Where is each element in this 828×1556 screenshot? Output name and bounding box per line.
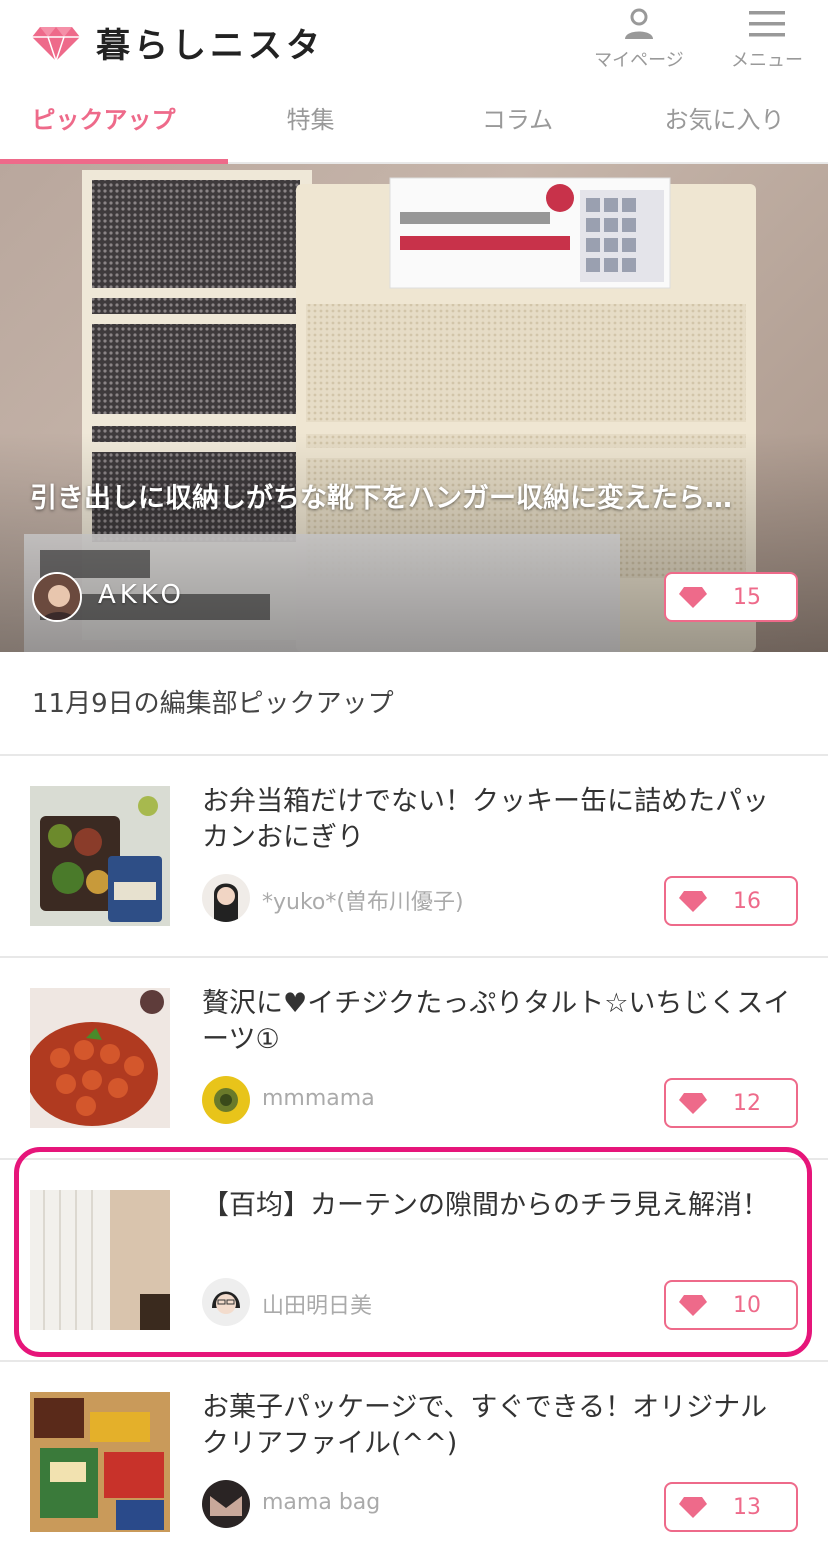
like-button[interactable]: 13 xyxy=(664,1482,798,1532)
mypage-label: マイページ xyxy=(594,50,684,71)
like-button[interactable]: 10 xyxy=(664,1280,798,1330)
hero-like-button[interactable]: 15 xyxy=(664,572,798,622)
article-title: 贅沢に♥イチジクたっぷりタルト☆いちじくスイーツ① xyxy=(202,988,791,1055)
like-count: 10 xyxy=(733,1292,761,1318)
list-item[interactable]: お菓子パッケージで、すぐできる！オリジナルクリアファイル(^^) mama ba… xyxy=(0,1362,828,1556)
article-thumbnail xyxy=(30,1190,170,1330)
author-avatar xyxy=(202,874,250,922)
hero-title: 引き出しに収納しがちな靴下をハンガー収納に変えたら… xyxy=(30,483,732,514)
mypage-button[interactable]: マイページ xyxy=(584,4,694,74)
like-button[interactable]: 12 xyxy=(664,1078,798,1128)
author-avatar xyxy=(202,1076,250,1124)
list-item[interactable]: 【百均】カーテンの隙間からのチラ見え解消！ 山田明日美 10 xyxy=(0,1160,828,1362)
like-count: 13 xyxy=(733,1494,761,1520)
hero-article[interactable]: 引き出しに収納しがちな靴下をハンガー収納に変えたら… AKKO 15 xyxy=(0,164,828,652)
gem-logo-icon xyxy=(32,26,80,63)
author-avatar xyxy=(202,1480,250,1528)
category-tabs: ピックアップ 特集 コラム お気に入り xyxy=(0,82,828,164)
site-logo[interactable]: 暮らしニスタ xyxy=(30,18,324,67)
article-title: 【百均】カーテンの隙間からのチラ見え解消！ xyxy=(202,1190,769,1221)
tab-features[interactable]: 特集 xyxy=(207,82,414,162)
tab-favorites[interactable]: お気に入り xyxy=(621,82,828,162)
list-item[interactable]: 贅沢に♥イチジクたっぷりタルト☆いちじくスイーツ① mmmama 12 xyxy=(0,958,828,1160)
app-header: 暮らしニスタ マイページ メニュー xyxy=(0,0,828,82)
author-name: mmmama xyxy=(262,1086,375,1111)
tab-pickup[interactable]: ピックアップ xyxy=(0,82,228,164)
tab-column[interactable]: コラム xyxy=(414,82,621,162)
hamburger-menu-icon xyxy=(749,11,785,37)
gem-like-icon xyxy=(679,891,707,912)
article-thumbnail xyxy=(30,988,170,1128)
author-name: *yuko*(曽布川優子) xyxy=(262,890,464,915)
article-thumbnail xyxy=(30,1392,170,1532)
like-count: 12 xyxy=(733,1090,761,1116)
like-count: 16 xyxy=(733,888,761,914)
hero-author-avatar xyxy=(32,572,82,622)
author-name: 山田明日美 xyxy=(262,1294,373,1319)
article-title: お弁当箱だけでない！クッキー缶に詰めたパッカンおにぎり xyxy=(202,786,769,853)
gem-like-icon xyxy=(679,1093,707,1114)
menu-button[interactable]: メニュー xyxy=(712,4,822,74)
menu-label: メニュー xyxy=(731,50,803,71)
list-item[interactable]: お弁当箱だけでない！クッキー缶に詰めたパッカンおにぎり *yuko*(曽布川優子… xyxy=(0,756,828,958)
user-icon xyxy=(625,8,653,39)
author-avatar xyxy=(202,1278,250,1326)
logo-text: 暮らしニスタ xyxy=(96,26,324,66)
hero-author-name: AKKO xyxy=(98,580,185,610)
like-button[interactable]: 16 xyxy=(664,876,798,926)
gem-like-icon xyxy=(679,587,707,608)
gem-like-icon xyxy=(679,1497,707,1518)
gem-like-icon xyxy=(679,1295,707,1316)
author-name: mama bag xyxy=(262,1490,381,1515)
section-title: 11月9日の編集部ピックアップ xyxy=(0,652,828,756)
like-count: 15 xyxy=(733,584,761,610)
article-thumbnail xyxy=(30,786,170,926)
article-title: お菓子パッケージで、すぐできる！オリジナルクリアファイル(^^) xyxy=(202,1392,768,1459)
